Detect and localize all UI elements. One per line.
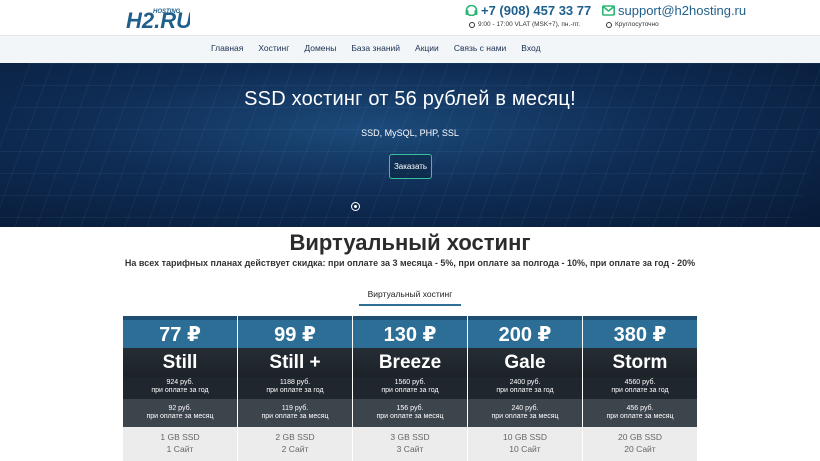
plan-year-price: 2400 руб. при оплате за год xyxy=(468,377,582,399)
plan-year-price: 924 руб. при оплате за год xyxy=(123,377,237,399)
plan-features: 2 GB SSD 2 Сайт xyxy=(238,427,352,461)
plan-name: Storm xyxy=(583,348,697,377)
nav-item-contact[interactable]: Связь с нами xyxy=(454,43,506,53)
plan-month-price: 119 руб. при оплате за месяц xyxy=(238,399,352,427)
plan-features: 10 GB SSD 10 Сайт xyxy=(468,427,582,461)
nav-item-promotions[interactable]: Акции xyxy=(415,43,439,53)
hero-tags: SSD, MySQL, PHP, SSL xyxy=(361,128,459,138)
plan-price: 130 ₽ xyxy=(353,316,467,348)
plan-price: 77 ₽ xyxy=(123,316,237,348)
plan-gale[interactable]: 200 ₽ Gale 2400 руб. при оплате за год 24… xyxy=(468,316,582,461)
plan-year-price: 1560 руб. при оплате за год xyxy=(353,377,467,399)
slider-dot[interactable] xyxy=(351,202,360,211)
discount-text: На всех тарифных планах действует скидка… xyxy=(124,258,696,268)
email-contact: support@h2hosting.ru Круглосуточно xyxy=(602,3,746,28)
logo-hosting-text: HOSTING xyxy=(153,9,181,15)
h2-logo[interactable]: H2.RU HOSTING xyxy=(124,4,190,32)
plan-price: 99 ₽ xyxy=(238,316,352,348)
plan-storm[interactable]: 380 ₽ Storm 4560 руб. при оплате за год 4… xyxy=(583,316,697,461)
plan-breeze[interactable]: 130 ₽ Breeze 1560 руб. при оплате за год … xyxy=(353,316,467,461)
envelope-icon xyxy=(602,5,615,16)
plan-still-plus[interactable]: 99 ₽ Still + 1188 руб. при оплате за год … xyxy=(238,316,352,461)
plan-month-price: 92 руб. при оплате за месяц xyxy=(123,399,237,427)
plan-price: 380 ₽ xyxy=(583,316,697,348)
nav-item-login[interactable]: Вход xyxy=(521,43,540,53)
plan-name: Still + xyxy=(238,348,352,377)
plan-year-price: 4560 руб. при оплате за год xyxy=(583,377,697,399)
plan-name: Still xyxy=(123,348,237,377)
plan-name: Gale xyxy=(468,348,582,377)
plan-month-price: 456 руб. при оплате за месяц xyxy=(583,399,697,427)
plan-still[interactable]: 77 ₽ Still 924 руб. при оплате за год 92 … xyxy=(123,316,237,461)
nav-item-home[interactable]: Главная xyxy=(211,43,243,53)
plan-month-price: 156 руб. при оплате за месяц xyxy=(353,399,467,427)
order-button[interactable]: Заказать xyxy=(389,154,432,179)
email-address[interactable]: support@h2hosting.ru xyxy=(618,3,746,18)
phone-contact: +7 (908) 457 33 77 9:00 - 17:00 VLAT (MS… xyxy=(465,3,591,28)
headset-icon xyxy=(465,5,478,16)
nav-item-domains[interactable]: Домены xyxy=(304,43,336,53)
plan-features: 20 GB SSD 20 Сайт xyxy=(583,427,697,461)
section-title: Виртуальный хостинг xyxy=(289,230,531,255)
pricing-table: 77 ₽ Still 924 руб. при оплате за год 92 … xyxy=(123,316,697,461)
main-nav: Главная Хостинг Домены База знаний Акции… xyxy=(0,35,820,63)
clock-icon xyxy=(469,21,475,28)
hero-title: SSD хостинг от 56 рублей в месяц! xyxy=(244,88,576,110)
top-bar: H2.RU HOSTING +7 (908) 457 33 77 9:00 - … xyxy=(0,0,820,35)
plan-name: Breeze xyxy=(353,348,467,377)
plan-price: 200 ₽ xyxy=(468,316,582,348)
hero-banner: SSD хостинг от 56 рублей в месяц! SSD, M… xyxy=(0,63,820,227)
plan-year-price: 1188 руб. при оплате за год xyxy=(238,377,352,399)
tab-virtual-hosting[interactable]: Виртуальный хостинг xyxy=(359,284,461,306)
clock-icon xyxy=(606,21,612,28)
plan-month-price: 240 руб. при оплате за месяц xyxy=(468,399,582,427)
nav-item-knowledge-base[interactable]: База знаний xyxy=(351,43,400,53)
phone-number[interactable]: +7 (908) 457 33 77 xyxy=(481,3,591,18)
plan-features: 1 GB SSD 1 Сайт xyxy=(123,427,237,461)
working-hours: 9:00 - 17:00 VLAT (MSK+7), пн.-пт. xyxy=(478,21,581,28)
support-hours: Круглосуточно xyxy=(615,21,659,28)
plan-features: 3 GB SSD 3 Сайт xyxy=(353,427,467,461)
nav-item-hosting[interactable]: Хостинг xyxy=(258,43,289,53)
